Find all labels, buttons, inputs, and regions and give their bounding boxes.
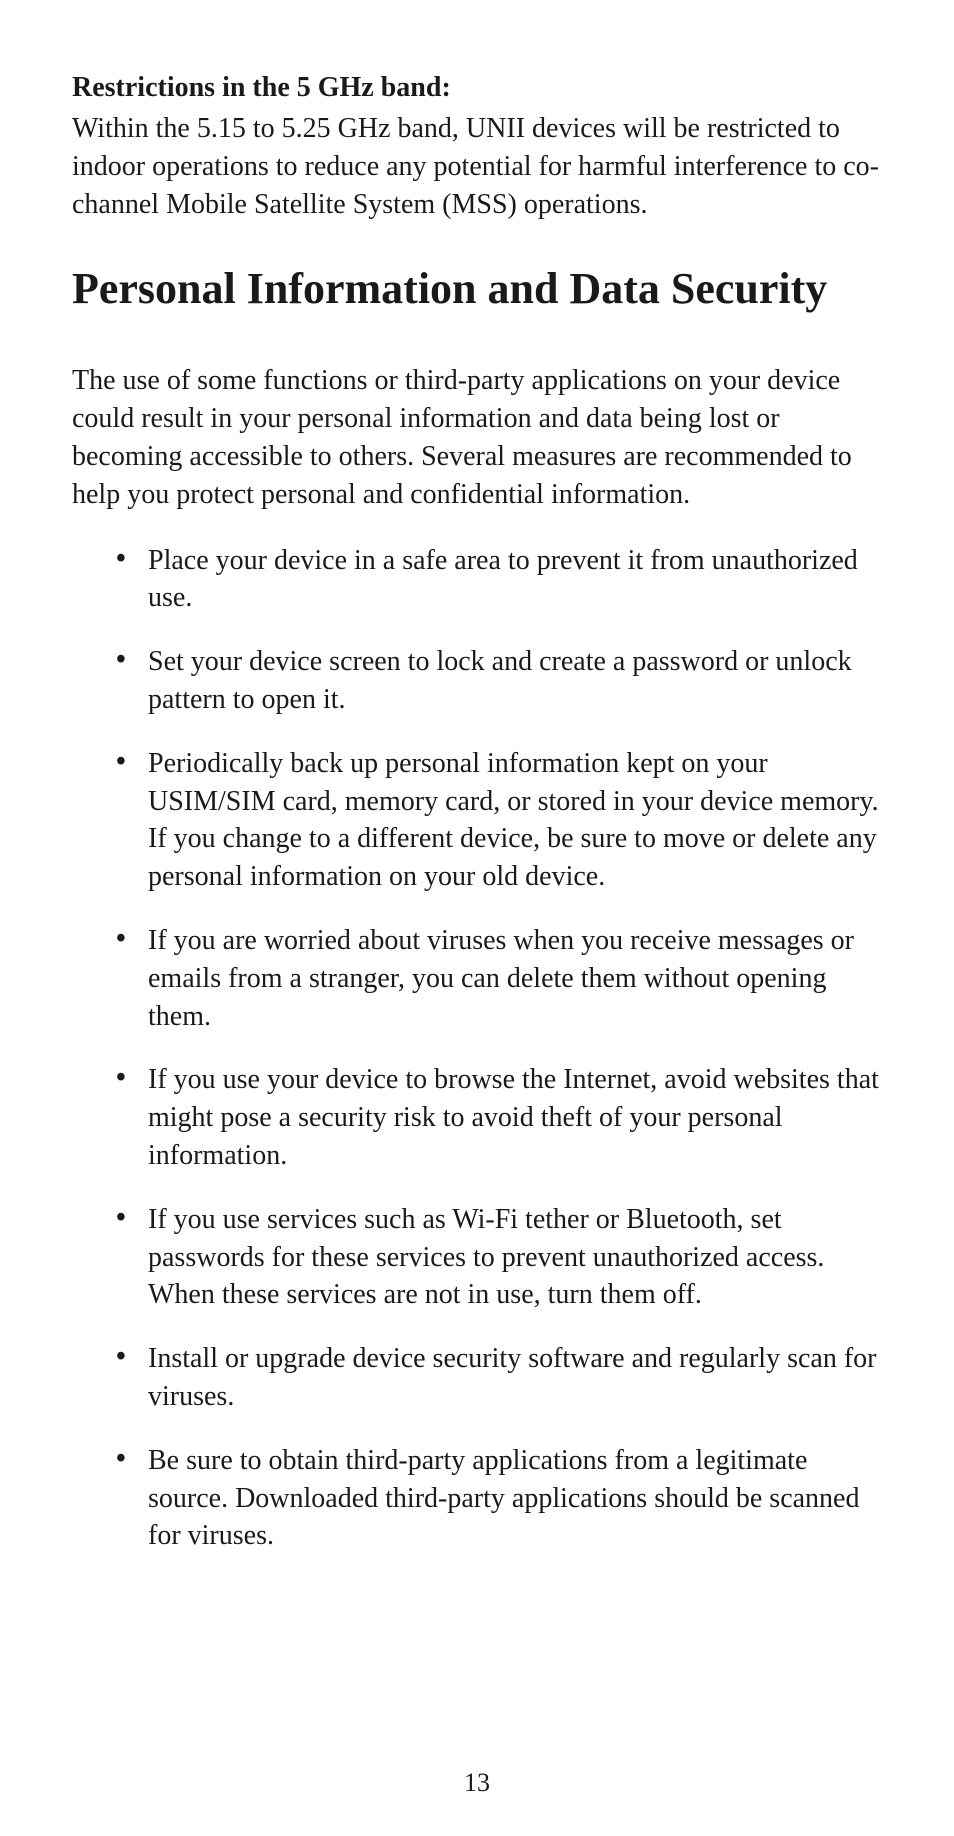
list-item: Place your device in a safe area to prev…: [116, 542, 882, 618]
restrictions-heading: Restrictions in the 5 GHz band:: [72, 70, 882, 106]
list-item: If you use your device to browse the Int…: [116, 1061, 882, 1174]
list-item: Set your device screen to lock and creat…: [116, 643, 882, 719]
page-number: 13: [0, 1768, 954, 1798]
list-item: Periodically back up personal informatio…: [116, 745, 882, 896]
restrictions-body: Within the 5.15 to 5.25 GHz band, UNII d…: [72, 110, 882, 223]
section-intro: The use of some functions or third-party…: [72, 362, 882, 513]
list-item: Be sure to obtain third-party applicatio…: [116, 1442, 882, 1555]
section-title: Personal Information and Data Security: [72, 264, 882, 315]
list-item: If you are worried about viruses when yo…: [116, 922, 882, 1035]
list-item: Install or upgrade device security softw…: [116, 1340, 882, 1416]
bullet-list: Place your device in a safe area to prev…: [72, 542, 882, 1556]
list-item: If you use services such as Wi-Fi tether…: [116, 1201, 882, 1314]
